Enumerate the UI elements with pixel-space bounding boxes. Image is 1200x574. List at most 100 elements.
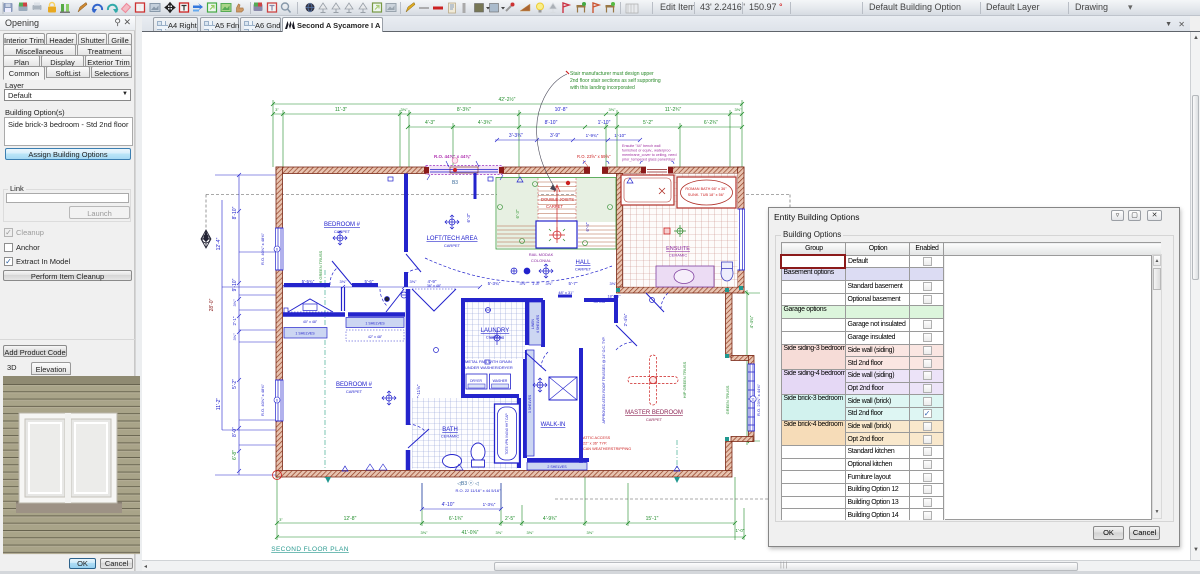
svg-text:3": 3" xyxy=(279,517,283,522)
svg-text:with this landing incorporated: with this landing incorporated xyxy=(570,85,635,91)
svg-text:CARPET: CARPET xyxy=(646,417,663,422)
svg-text:HALL: HALL xyxy=(575,260,591,266)
svg-text:33"x96": 33"x96" xyxy=(593,300,607,304)
svg-text:4'-3": 4'-3" xyxy=(425,120,435,126)
svg-text:12'-8": 12'-8" xyxy=(344,516,357,522)
svg-text:3⅝": 3⅝" xyxy=(610,281,618,286)
svg-text:3⅝": 3⅝" xyxy=(527,530,535,535)
svg-text:CARPET: CARPET xyxy=(444,243,461,248)
svg-text:4'-3¾": 4'-3¾" xyxy=(478,120,492,126)
svg-text:APPROVED ATEX ROOF TRUSSES @ 2: APPROVED ATEX ROOF TRUSSES @ 24" O.C. TY… xyxy=(602,336,606,423)
svg-text:CARPET: CARPET xyxy=(334,229,351,234)
svg-text:41'-0⅝": 41'-0⅝" xyxy=(462,530,479,536)
svg-text:LINEN: LINEN xyxy=(531,318,535,329)
svg-text:ROMAN BATH 66" x 36": ROMAN BATH 66" x 36" xyxy=(685,187,727,191)
svg-text:40" x 48": 40" x 48" xyxy=(303,320,318,324)
svg-text:CAN WEATHERSTRIPPING: CAN WEATHERSTRIPPING xyxy=(583,447,631,451)
svg-text:COLONIAL: COLONIAL xyxy=(531,258,552,263)
svg-text:3⅝": 3⅝" xyxy=(735,107,743,112)
svg-text:R.O. 23⅝" x 44⅝": R.O. 23⅝" x 44⅝" xyxy=(756,383,761,416)
svg-text:3⅝": 3⅝" xyxy=(421,530,429,535)
svg-text:WASHER: WASHER xyxy=(493,379,508,383)
svg-text:1'-0": 1'-0" xyxy=(736,528,745,533)
svg-text:2'-4⅝": 2'-4⅝" xyxy=(623,313,628,326)
svg-text:3⅝": 3⅝" xyxy=(587,530,595,535)
svg-text:1'-10": 1'-10" xyxy=(598,120,611,126)
svg-text:#6 GREEN TRUSS: #6 GREEN TRUSS xyxy=(318,250,323,285)
svg-text:Stair manufacturer must design: Stair manufacturer must design upper xyxy=(570,71,654,77)
svg-text:3 SHELVES: 3 SHELVES xyxy=(528,394,532,413)
svg-text:11'-2¾": 11'-2¾" xyxy=(665,107,682,113)
svg-text:5'-2": 5'-2" xyxy=(643,120,653,126)
svg-text:42" x 48": 42" x 48" xyxy=(368,335,383,339)
svg-text:2 SHELVES: 2 SHELVES xyxy=(547,465,567,469)
svg-text:8'-0": 8'-0" xyxy=(232,427,238,437)
svg-text:1'-10": 1'-10" xyxy=(614,133,626,138)
svg-text:2'-5": 2'-5" xyxy=(505,516,515,522)
svg-text:15'-1": 15'-1" xyxy=(646,516,659,522)
svg-text:CARPET: CARPET xyxy=(346,389,363,394)
svg-text:CARPET: CARPET xyxy=(546,204,563,209)
svg-text:6: 6 xyxy=(276,399,278,403)
svg-text:LOFT/TECH AREA: LOFT/TECH AREA xyxy=(426,236,477,242)
svg-text:CERAMIC: CERAMIC xyxy=(669,253,688,258)
svg-text:LAUNDRY: LAUNDRY xyxy=(481,328,510,334)
svg-text:furnished or equiv., waterproo: furnished or equiv., waterproo xyxy=(622,149,671,153)
svg-text:1'-9¾": 1'-9¾" xyxy=(586,133,599,138)
svg-text:GREEN TRUSS: GREEN TRUSS xyxy=(725,385,730,414)
svg-text:5'-2": 5'-2" xyxy=(232,379,238,389)
svg-text:3⅝": 3⅝" xyxy=(232,333,237,341)
svg-text:R.O. 22 11/16" x 44 5/16": R.O. 22 11/16" x 44 5/16" xyxy=(455,488,501,493)
svg-text:8'-3¾": 8'-3¾" xyxy=(457,107,471,113)
svg-text:1'-3¾": 1'-3¾" xyxy=(483,502,496,507)
svg-text:R.O. 23⅝" x 59⅝": R.O. 23⅝" x 59⅝" xyxy=(577,154,611,159)
svg-text:BATH: BATH xyxy=(442,427,458,433)
svg-text:5'-3¾": 5'-3¾" xyxy=(488,281,501,286)
svg-text:6: 6 xyxy=(276,248,278,252)
svg-text:HIP GREEN TRUSS: HIP GREEN TRUSS xyxy=(682,361,687,398)
svg-text:UNDER WASHER/DRYER: UNDER WASHER/DRYER xyxy=(465,365,513,370)
svg-text:CERAMIC: CERAMIC xyxy=(441,434,460,439)
svg-text:6'-3": 6'-3" xyxy=(466,213,471,222)
svg-text:RAIL MODAK: RAIL MODAK xyxy=(529,252,554,257)
svg-text:11: 11 xyxy=(751,398,755,402)
svg-text:7'-11⅝": 7'-11⅝" xyxy=(416,384,421,399)
svg-text:CARPET: CARPET xyxy=(575,267,592,272)
svg-text:3⅝": 3⅝" xyxy=(401,107,409,112)
svg-text:SUNK. TUB 18" x 56": SUNK. TUB 18" x 56" xyxy=(688,193,725,197)
svg-text:DRYER: DRYER xyxy=(470,379,482,383)
svg-text:Ensuite "44" bench wall: Ensuite "44" bench wall xyxy=(622,144,661,148)
svg-text:12'-4": 12'-4" xyxy=(216,237,222,250)
svg-text:6'-3": 6'-3" xyxy=(515,209,520,218)
svg-text:3⅝": 3⅝" xyxy=(520,281,528,286)
svg-text:10'-8": 10'-8" xyxy=(555,107,568,113)
svg-text:WALK-IN: WALK-IN xyxy=(541,422,566,428)
svg-text:6'-2¾": 6'-2¾" xyxy=(704,120,718,126)
svg-text:3": 3" xyxy=(275,107,279,112)
svg-text:8'-10": 8'-10" xyxy=(232,206,238,219)
svg-text:R.O. 44⅝" x 44⅝": R.O. 44⅝" x 44⅝" xyxy=(434,154,471,159)
svg-text:B3: B3 xyxy=(452,180,458,186)
svg-text:2nd floor stair sections as se: 2nd floor stair sections as self support… xyxy=(570,78,661,84)
svg-text:TOTE VPN 9'x0'x0 HHT CAP: TOTE VPN 9'x0'x0 HHT CAP xyxy=(505,413,509,454)
svg-text:3'-9": 3'-9" xyxy=(550,133,560,139)
svg-text:ENSUITE: ENSUITE xyxy=(666,246,690,252)
svg-text:3⅝": 3⅝" xyxy=(232,299,237,307)
svg-text:BEDROOM #: BEDROOM # xyxy=(324,222,361,228)
svg-text:18"x36": 18"x36" xyxy=(607,295,621,299)
svg-text:BEDROOM #: BEDROOM # xyxy=(336,382,373,388)
svg-text:22" x 36" TYP.: 22" x 36" TYP. xyxy=(583,442,607,446)
svg-text:4'-4¾": 4'-4¾" xyxy=(749,315,754,328)
svg-text:3'-3¾": 3'-3¾" xyxy=(509,133,523,139)
svg-text:membrane_cover to ceiling, ne: membrane_cover to ceiling, need xyxy=(622,153,677,157)
svg-text:R.O. 40⅝" x 48⅝": R.O. 40⅝" x 48⅝" xyxy=(260,232,265,265)
svg-text:1 SHELVES: 1 SHELVES xyxy=(295,332,315,336)
svg-text:prior_tempered glass panel/doo: prior_tempered glass panel/door xyxy=(622,158,676,162)
svg-text:42'-2½": 42'-2½" xyxy=(499,96,516,103)
svg-text:6'-1¾": 6'-1¾" xyxy=(449,516,463,522)
svg-text:4 SHELVES: 4 SHELVES xyxy=(536,314,540,333)
svg-text:6'-8": 6'-8" xyxy=(232,450,238,460)
svg-text:11'-3": 11'-3" xyxy=(335,107,348,113)
svg-text:2'-1": 2'-1" xyxy=(232,316,237,325)
svg-text:SECOND FLOOR PLAN: SECOND FLOOR PLAN xyxy=(271,546,349,553)
